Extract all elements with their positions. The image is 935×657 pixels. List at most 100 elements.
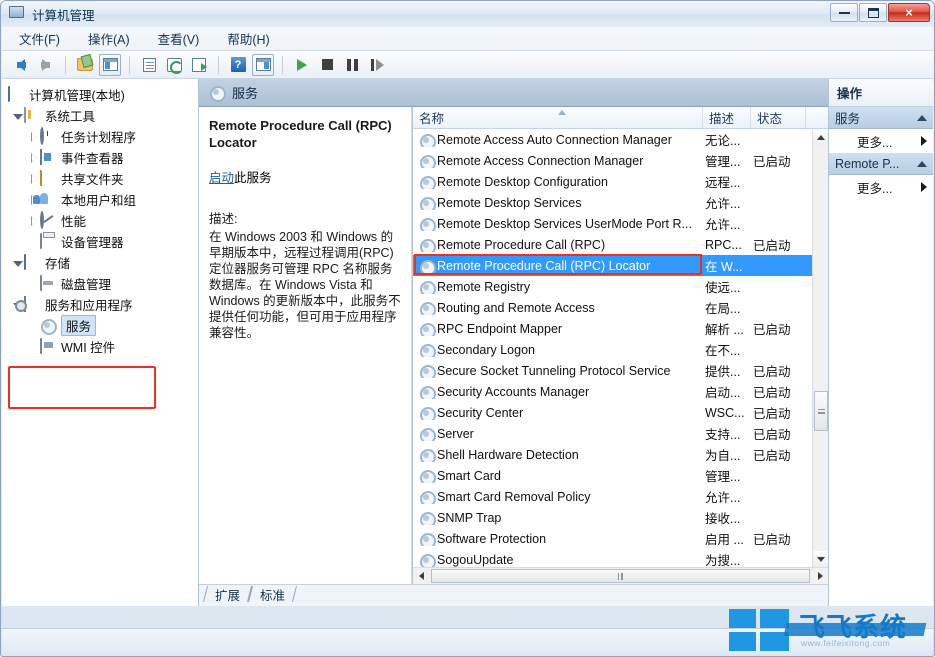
restart-service-button[interactable] bbox=[366, 54, 388, 76]
service-name-label: Remote Desktop Services UserMode Port R.… bbox=[437, 217, 692, 231]
tree-item-services-and-applications[interactable]: 服务和应用程序 bbox=[2, 294, 198, 315]
properties-button[interactable] bbox=[138, 54, 160, 76]
action-group-remote-p[interactable]: Remote P... bbox=[829, 153, 933, 175]
table-row[interactable]: Remote Desktop Services允许... bbox=[413, 192, 812, 213]
service-name-label: Security Center bbox=[437, 406, 523, 420]
service-name-cell: Remote Desktop Configuration bbox=[413, 175, 703, 189]
back-button[interactable] bbox=[10, 54, 32, 76]
console-tree-pane[interactable]: 计算机管理(本地) 系统工具 任务计划程序 事件查看器 共享文件夹 bbox=[2, 79, 199, 606]
windows-logo-icon bbox=[729, 609, 789, 651]
table-row[interactable]: Secure Socket Tunneling Protocol Service… bbox=[413, 360, 812, 381]
show-action-pane-button[interactable] bbox=[252, 54, 274, 76]
scroll-up-button[interactable] bbox=[813, 129, 828, 145]
start-service-button[interactable] bbox=[291, 54, 313, 76]
table-row[interactable]: Security CenterWSC...已启动 bbox=[413, 402, 812, 423]
tab-standard[interactable]: 标准 bbox=[250, 584, 295, 606]
services-list-pane[interactable]: 名称 描述 状态 Remote Access Auto Connection M… bbox=[412, 107, 828, 584]
view-tabs[interactable]: 扩展 标准 bbox=[199, 584, 828, 606]
forward-button[interactable] bbox=[35, 54, 57, 76]
expander-closed-icon[interactable] bbox=[28, 152, 40, 164]
chevron-up-icon[interactable] bbox=[917, 161, 927, 167]
table-row[interactable]: Remote Procedure Call (RPC) Locator在 W..… bbox=[413, 255, 812, 276]
column-header-description-label: 描述 bbox=[709, 108, 734, 127]
table-row[interactable]: Remote Procedure Call (RPC)RPC...已启动 bbox=[413, 234, 812, 255]
tree-label: 本地用户和组 bbox=[61, 190, 136, 209]
help-button[interactable]: ? bbox=[227, 54, 249, 76]
menu-action[interactable]: 操作(A) bbox=[85, 27, 133, 50]
menu-help[interactable]: 帮助(H) bbox=[224, 27, 272, 50]
table-row[interactable]: Security Accounts Manager启动...已启动 bbox=[413, 381, 812, 402]
services-rows[interactable]: Remote Access Auto Connection Manager无论.… bbox=[413, 129, 812, 567]
start-service-link[interactable]: 启动 bbox=[209, 171, 234, 185]
expander-open-icon[interactable] bbox=[12, 110, 24, 122]
scroll-down-button[interactable] bbox=[813, 551, 828, 567]
vertical-scroll-thumb[interactable] bbox=[814, 391, 828, 431]
expander-closed-icon[interactable] bbox=[28, 131, 40, 143]
table-row[interactable]: Secondary Logon在不... bbox=[413, 339, 812, 360]
table-row[interactable]: Shell Hardware Detection为自...已启动 bbox=[413, 444, 812, 465]
window-controls: × bbox=[830, 3, 930, 22]
service-name-cell: Secure Socket Tunneling Protocol Service bbox=[413, 364, 703, 378]
column-header-name[interactable]: 名称 bbox=[413, 107, 703, 128]
action-more-remote-p[interactable]: 更多... bbox=[829, 175, 933, 199]
table-row[interactable]: SogouUpdate为搜... bbox=[413, 549, 812, 567]
column-header-description[interactable]: 描述 bbox=[703, 107, 751, 128]
table-row[interactable]: Server支持...已启动 bbox=[413, 423, 812, 444]
show-tree-button[interactable] bbox=[99, 54, 121, 76]
computer-icon bbox=[8, 87, 24, 103]
tree-item-device-manager[interactable]: 设备管理器 bbox=[2, 231, 198, 252]
table-row[interactable]: Remote Desktop Services UserMode Port R.… bbox=[413, 213, 812, 234]
tree-item-computer-management[interactable]: 计算机管理(本地) bbox=[2, 84, 198, 105]
service-gear-icon bbox=[419, 553, 432, 566]
tree-item-shared-folders[interactable]: 共享文件夹 bbox=[2, 168, 198, 189]
table-row[interactable]: RPC Endpoint Mapper解析 ...已启动 bbox=[413, 318, 812, 339]
refresh-button[interactable] bbox=[163, 54, 185, 76]
service-status-cell: 已启动 bbox=[751, 403, 806, 422]
list-vertical-scrollbar[interactable] bbox=[812, 129, 828, 567]
maximize-button[interactable] bbox=[859, 3, 887, 22]
tree-item-services[interactable]: 服务 bbox=[2, 315, 198, 336]
chevron-up-icon[interactable] bbox=[917, 115, 927, 121]
tree-item-performance[interactable]: 性能 bbox=[2, 210, 198, 231]
service-name-cell: Smart Card Removal Policy bbox=[413, 490, 703, 504]
menu-view[interactable]: 查看(V) bbox=[155, 27, 203, 50]
table-row[interactable]: Software Protection启用 ...已启动 bbox=[413, 528, 812, 549]
menu-file[interactable]: 文件(F) bbox=[16, 27, 63, 50]
minimize-button[interactable] bbox=[830, 3, 858, 22]
tree-item-local-users-groups[interactable]: 本地用户和组 bbox=[2, 189, 198, 210]
table-row[interactable]: Remote Desktop Configuration远程... bbox=[413, 171, 812, 192]
watermark: 飞飞系统 www.feifeixitong.com bbox=[713, 605, 928, 653]
horizontal-scroll-thumb[interactable] bbox=[431, 569, 810, 583]
tree-item-storage[interactable]: 存储 bbox=[2, 252, 198, 273]
up-folder-button[interactable] bbox=[74, 54, 96, 76]
tree-item-event-viewer[interactable]: 事件查看器 bbox=[2, 147, 198, 168]
table-row[interactable]: Remote Access Connection Manager管理...已启动 bbox=[413, 150, 812, 171]
expander-open-icon[interactable] bbox=[12, 257, 24, 269]
table-row[interactable]: Routing and Remote Access在局... bbox=[413, 297, 812, 318]
table-row[interactable]: SNMP Trap接收... bbox=[413, 507, 812, 528]
list-horizontal-scrollbar[interactable] bbox=[413, 567, 828, 584]
table-row[interactable]: Smart Card管理... bbox=[413, 465, 812, 486]
expander-closed-icon[interactable] bbox=[28, 215, 40, 227]
action-group-services[interactable]: 服务 bbox=[829, 107, 933, 129]
table-row[interactable]: Smart Card Removal Policy允许... bbox=[413, 486, 812, 507]
table-row[interactable]: Remote Registry使远... bbox=[413, 276, 812, 297]
export-list-button[interactable] bbox=[188, 54, 210, 76]
tree-item-system-tools[interactable]: 系统工具 bbox=[2, 105, 198, 126]
service-name-label: SNMP Trap bbox=[437, 511, 501, 525]
tree-item-wmi-control[interactable]: WMI 控件 bbox=[2, 336, 198, 357]
expander-closed-icon[interactable] bbox=[28, 173, 40, 185]
stop-service-button[interactable] bbox=[316, 54, 338, 76]
scroll-left-button[interactable] bbox=[413, 568, 429, 584]
tree-item-disk-management[interactable]: 磁盘管理 bbox=[2, 273, 198, 294]
action-more-services[interactable]: 更多... bbox=[829, 129, 933, 153]
service-gear-icon bbox=[419, 238, 432, 251]
column-header-status[interactable]: 状态 bbox=[751, 107, 806, 128]
pause-service-button[interactable] bbox=[341, 54, 363, 76]
tree-item-task-scheduler[interactable]: 任务计划程序 bbox=[2, 126, 198, 147]
table-row[interactable]: Remote Access Auto Connection Manager无论.… bbox=[413, 129, 812, 150]
service-gear-icon bbox=[419, 196, 432, 209]
close-button[interactable]: × bbox=[888, 3, 930, 22]
tab-extended[interactable]: 扩展 bbox=[205, 584, 250, 606]
scroll-right-button[interactable] bbox=[812, 568, 828, 584]
